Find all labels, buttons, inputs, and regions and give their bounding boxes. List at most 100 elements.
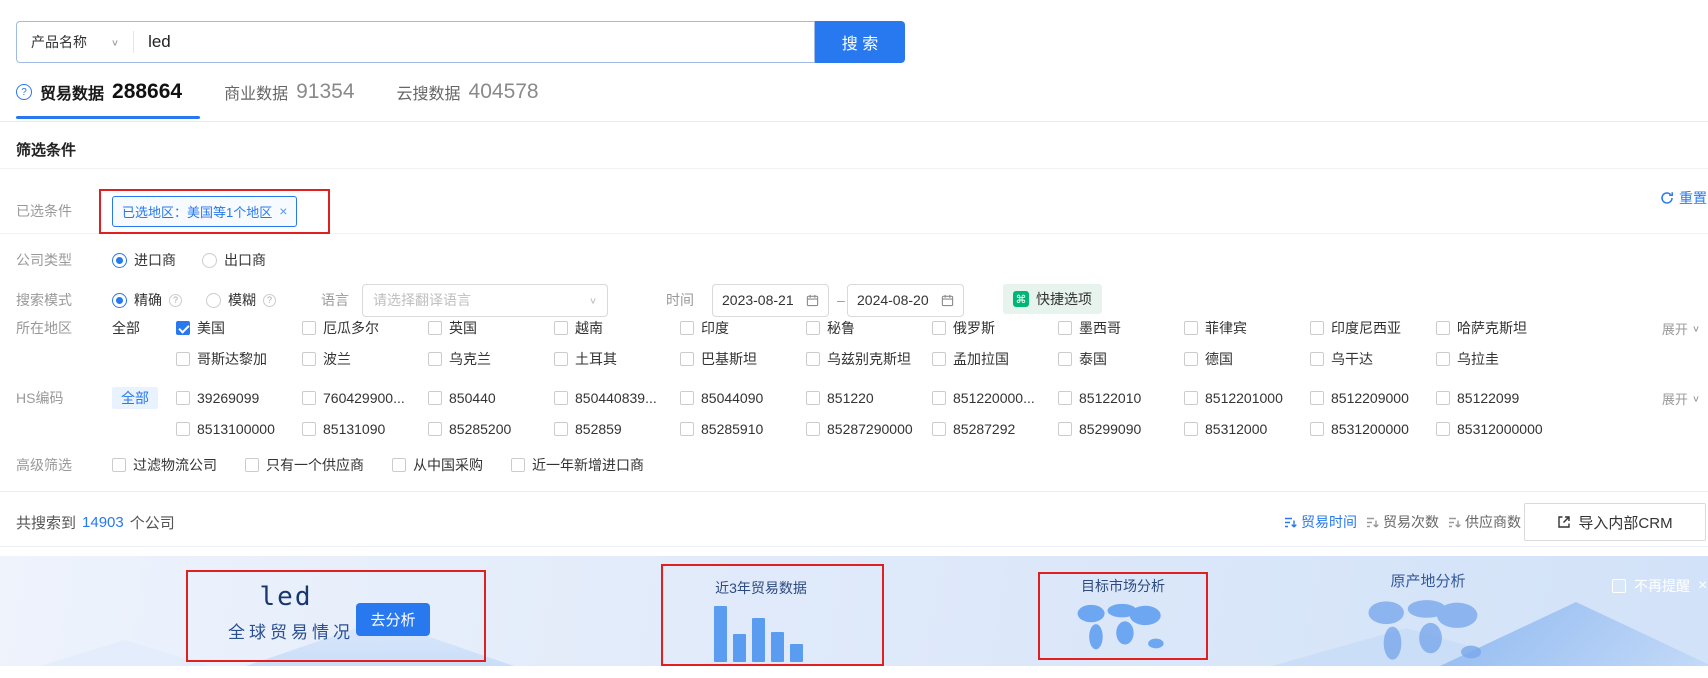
- hs-code-checkbox[interactable]: 85131090: [302, 421, 428, 437]
- hs-code-checkbox[interactable]: 8512209000: [1310, 390, 1436, 406]
- hs-code-checkbox[interactable]: 851220000...: [932, 390, 1058, 406]
- tab-trade-data[interactable]: ? 贸易数据 288664: [16, 80, 182, 104]
- dismiss-checkbox[interactable]: [1612, 579, 1626, 593]
- checkbox-label: 土耳其: [575, 349, 617, 369]
- tab-count: 404578: [469, 80, 539, 104]
- hs-all-link[interactable]: 全部: [112, 388, 176, 408]
- hs-code-checkbox[interactable]: 852859: [554, 421, 680, 437]
- advanced-checkbox[interactable]: 近一年新增进口商: [511, 455, 644, 475]
- radio-option[interactable]: 模糊: [206, 290, 276, 310]
- region-checkbox[interactable]: 美国: [176, 318, 302, 338]
- hs-code-checkbox[interactable]: 851220: [806, 390, 932, 406]
- start-date-input[interactable]: 2023-08-21: [712, 284, 829, 317]
- search-category-dropdown[interactable]: 产品名称 ∨: [17, 32, 133, 52]
- region-checkbox[interactable]: 乌兹别克斯坦: [806, 349, 932, 369]
- hs-code-checkbox[interactable]: 8513100000: [176, 421, 302, 437]
- radio-option[interactable]: 进口商: [112, 250, 176, 270]
- checkbox-label: 850440: [449, 390, 496, 406]
- region-checkbox[interactable]: 墨西哥: [1058, 318, 1184, 338]
- selected-region-tag[interactable]: 已选地区：美国等1个地区 ×: [112, 196, 297, 227]
- hs-code-checkbox[interactable]: 85122099: [1436, 390, 1562, 406]
- region-checkbox[interactable]: 英国: [428, 318, 554, 338]
- region-checkbox[interactable]: 菲律宾: [1184, 318, 1310, 338]
- hs-code-checkbox[interactable]: 760429900...: [302, 390, 428, 406]
- advanced-checkbox[interactable]: 只有一个供应商: [245, 455, 364, 475]
- checkbox-label: 乌干达: [1331, 349, 1373, 369]
- hs-code-checkbox[interactable]: 8531200000: [1310, 421, 1436, 437]
- tab-label: 商业数据: [224, 80, 288, 104]
- help-icon[interactable]: ?: [16, 84, 32, 100]
- region-options-row1: 美国厄瓜多尔英国越南印度秘鲁俄罗斯墨西哥菲律宾印度尼西亚哈萨克斯坦: [176, 318, 1562, 338]
- region-checkbox[interactable]: 印度: [680, 318, 806, 338]
- region-checkbox[interactable]: 乌拉圭: [1436, 349, 1562, 369]
- import-crm-button[interactable]: 导入内部CRM: [1524, 503, 1706, 541]
- tab-business-data[interactable]: 商业数据 91354: [224, 80, 354, 104]
- hs-code-checkbox[interactable]: 85122010: [1058, 390, 1184, 406]
- hs-code-checkbox[interactable]: 39269099: [176, 390, 302, 406]
- hs-code-checkbox[interactable]: 850440: [428, 390, 554, 406]
- checkbox-icon: [680, 391, 694, 405]
- region-checkbox[interactable]: 秘鲁: [806, 318, 932, 338]
- region-checkbox[interactable]: 德国: [1184, 349, 1310, 369]
- region-checkbox[interactable]: 孟加拉国: [932, 349, 1058, 369]
- checkbox-label: 从中国采购: [413, 455, 483, 475]
- checkbox-icon: [806, 391, 820, 405]
- reset-link[interactable]: 重置: [1660, 188, 1707, 208]
- advanced-checkbox[interactable]: 从中国采购: [392, 455, 483, 475]
- region-checkbox[interactable]: 波兰: [302, 349, 428, 369]
- hs-code-checkbox[interactable]: 85312000: [1184, 421, 1310, 437]
- results-suffix: 个公司: [130, 512, 175, 533]
- close-icon[interactable]: ×: [1698, 577, 1707, 595]
- language-select[interactable]: 请选择翻译语言 ∨: [362, 284, 608, 317]
- radio-icon: [202, 253, 217, 268]
- bar-chart-icon: [714, 606, 846, 662]
- region-checkbox[interactable]: 土耳其: [554, 349, 680, 369]
- refresh-icon: [1660, 191, 1674, 205]
- sort-controls: 贸易时间 贸易次数 供应商数: [1284, 502, 1521, 542]
- hs-code-checkbox[interactable]: 85287292: [932, 421, 1058, 437]
- hs-code-checkbox[interactable]: 85044090: [680, 390, 806, 406]
- close-icon[interactable]: ×: [279, 203, 287, 219]
- hs-code-checkbox[interactable]: 8512201000: [1184, 390, 1310, 406]
- trade-data-card[interactable]: 近3年贸易数据: [676, 578, 846, 662]
- dismiss-label: 不再提醒: [1634, 576, 1690, 596]
- hs-code-checkbox[interactable]: 85285910: [680, 421, 806, 437]
- radio-option[interactable]: 出口商: [202, 250, 266, 270]
- hs-expand-link[interactable]: 展开∨: [1662, 389, 1700, 408]
- region-all-link[interactable]: 全部: [112, 318, 176, 338]
- region-expand-link[interactable]: 展开∨: [1662, 319, 1700, 338]
- search-button[interactable]: 搜 索: [815, 21, 905, 63]
- sort-option[interactable]: 贸易次数: [1366, 512, 1439, 532]
- radio-option[interactable]: 精确: [112, 290, 182, 310]
- active-tab-underline: [16, 116, 200, 119]
- region-checkbox[interactable]: 乌干达: [1310, 349, 1436, 369]
- results-summary: 共搜索到 14903 个公司: [16, 502, 175, 542]
- hs-code-checkbox[interactable]: 850440839...: [554, 390, 680, 406]
- hs-code-checkbox[interactable]: 85312000000: [1436, 421, 1562, 437]
- quick-options-button[interactable]: ⌘ 快捷选项: [1003, 284, 1102, 314]
- checkbox-icon: [245, 458, 259, 472]
- target-market-card[interactable]: 目标市场分析: [1043, 576, 1203, 658]
- analyze-button[interactable]: 去分析: [356, 603, 430, 636]
- hs-code-checkbox[interactable]: 85299090: [1058, 421, 1184, 437]
- region-checkbox[interactable]: 巴基斯坦: [680, 349, 806, 369]
- region-checkbox[interactable]: 越南: [554, 318, 680, 338]
- tab-cloud-search-data[interactable]: 云搜数据 404578: [397, 80, 539, 104]
- region-checkbox[interactable]: 哈萨克斯坦: [1436, 318, 1562, 338]
- end-date-input[interactable]: 2024-08-20: [847, 284, 964, 317]
- search-input[interactable]: [134, 32, 814, 52]
- origin-analysis-card[interactable]: 原产地分析: [1338, 570, 1518, 666]
- sort-option[interactable]: 贸易时间: [1284, 512, 1357, 532]
- advanced-checkbox[interactable]: 过滤物流公司: [112, 455, 217, 475]
- hs-code-checkbox[interactable]: 85287290000: [806, 421, 932, 437]
- region-checkbox[interactable]: 俄罗斯: [932, 318, 1058, 338]
- hs-code-checkbox[interactable]: 85285200: [428, 421, 554, 437]
- checkbox-label: 孟加拉国: [953, 349, 1009, 369]
- checkbox-icon: [932, 391, 946, 405]
- region-checkbox[interactable]: 印度尼西亚: [1310, 318, 1436, 338]
- region-checkbox[interactable]: 泰国: [1058, 349, 1184, 369]
- region-checkbox[interactable]: 乌克兰: [428, 349, 554, 369]
- region-checkbox[interactable]: 哥斯达黎加: [176, 349, 302, 369]
- region-checkbox[interactable]: 厄瓜多尔: [302, 318, 428, 338]
- sort-option[interactable]: 供应商数: [1448, 512, 1521, 532]
